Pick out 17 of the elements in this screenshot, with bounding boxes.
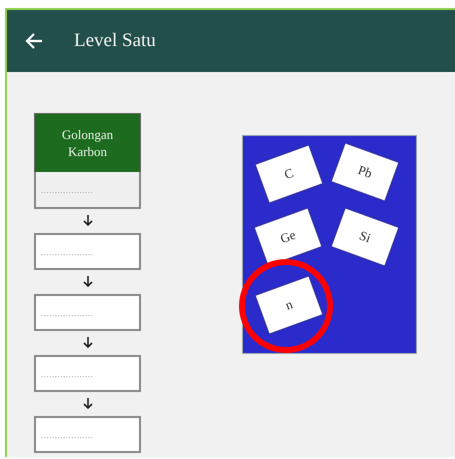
element-card[interactable]: Pb <box>332 144 398 200</box>
group-header: Golongan Karbon <box>34 113 141 172</box>
element-card[interactable]: Si <box>332 208 398 266</box>
element-card[interactable]: n <box>256 276 322 334</box>
down-arrow-icon <box>82 337 92 349</box>
element-card[interactable]: C <box>256 146 322 202</box>
down-arrow-icon <box>82 276 92 288</box>
down-arrow-icon <box>82 398 92 410</box>
input-field[interactable]: ................... <box>34 233 141 270</box>
down-arrow-icon <box>82 215 92 227</box>
element-card[interactable]: Ge <box>254 208 322 266</box>
input-field[interactable]: ................... <box>34 355 141 392</box>
screen-title: Level Satu <box>74 30 156 52</box>
input-field[interactable]: ................... <box>34 416 141 453</box>
input-field[interactable]: ................... <box>34 294 141 331</box>
input-field[interactable]: ................... <box>34 172 141 209</box>
back-icon[interactable] <box>24 32 44 50</box>
